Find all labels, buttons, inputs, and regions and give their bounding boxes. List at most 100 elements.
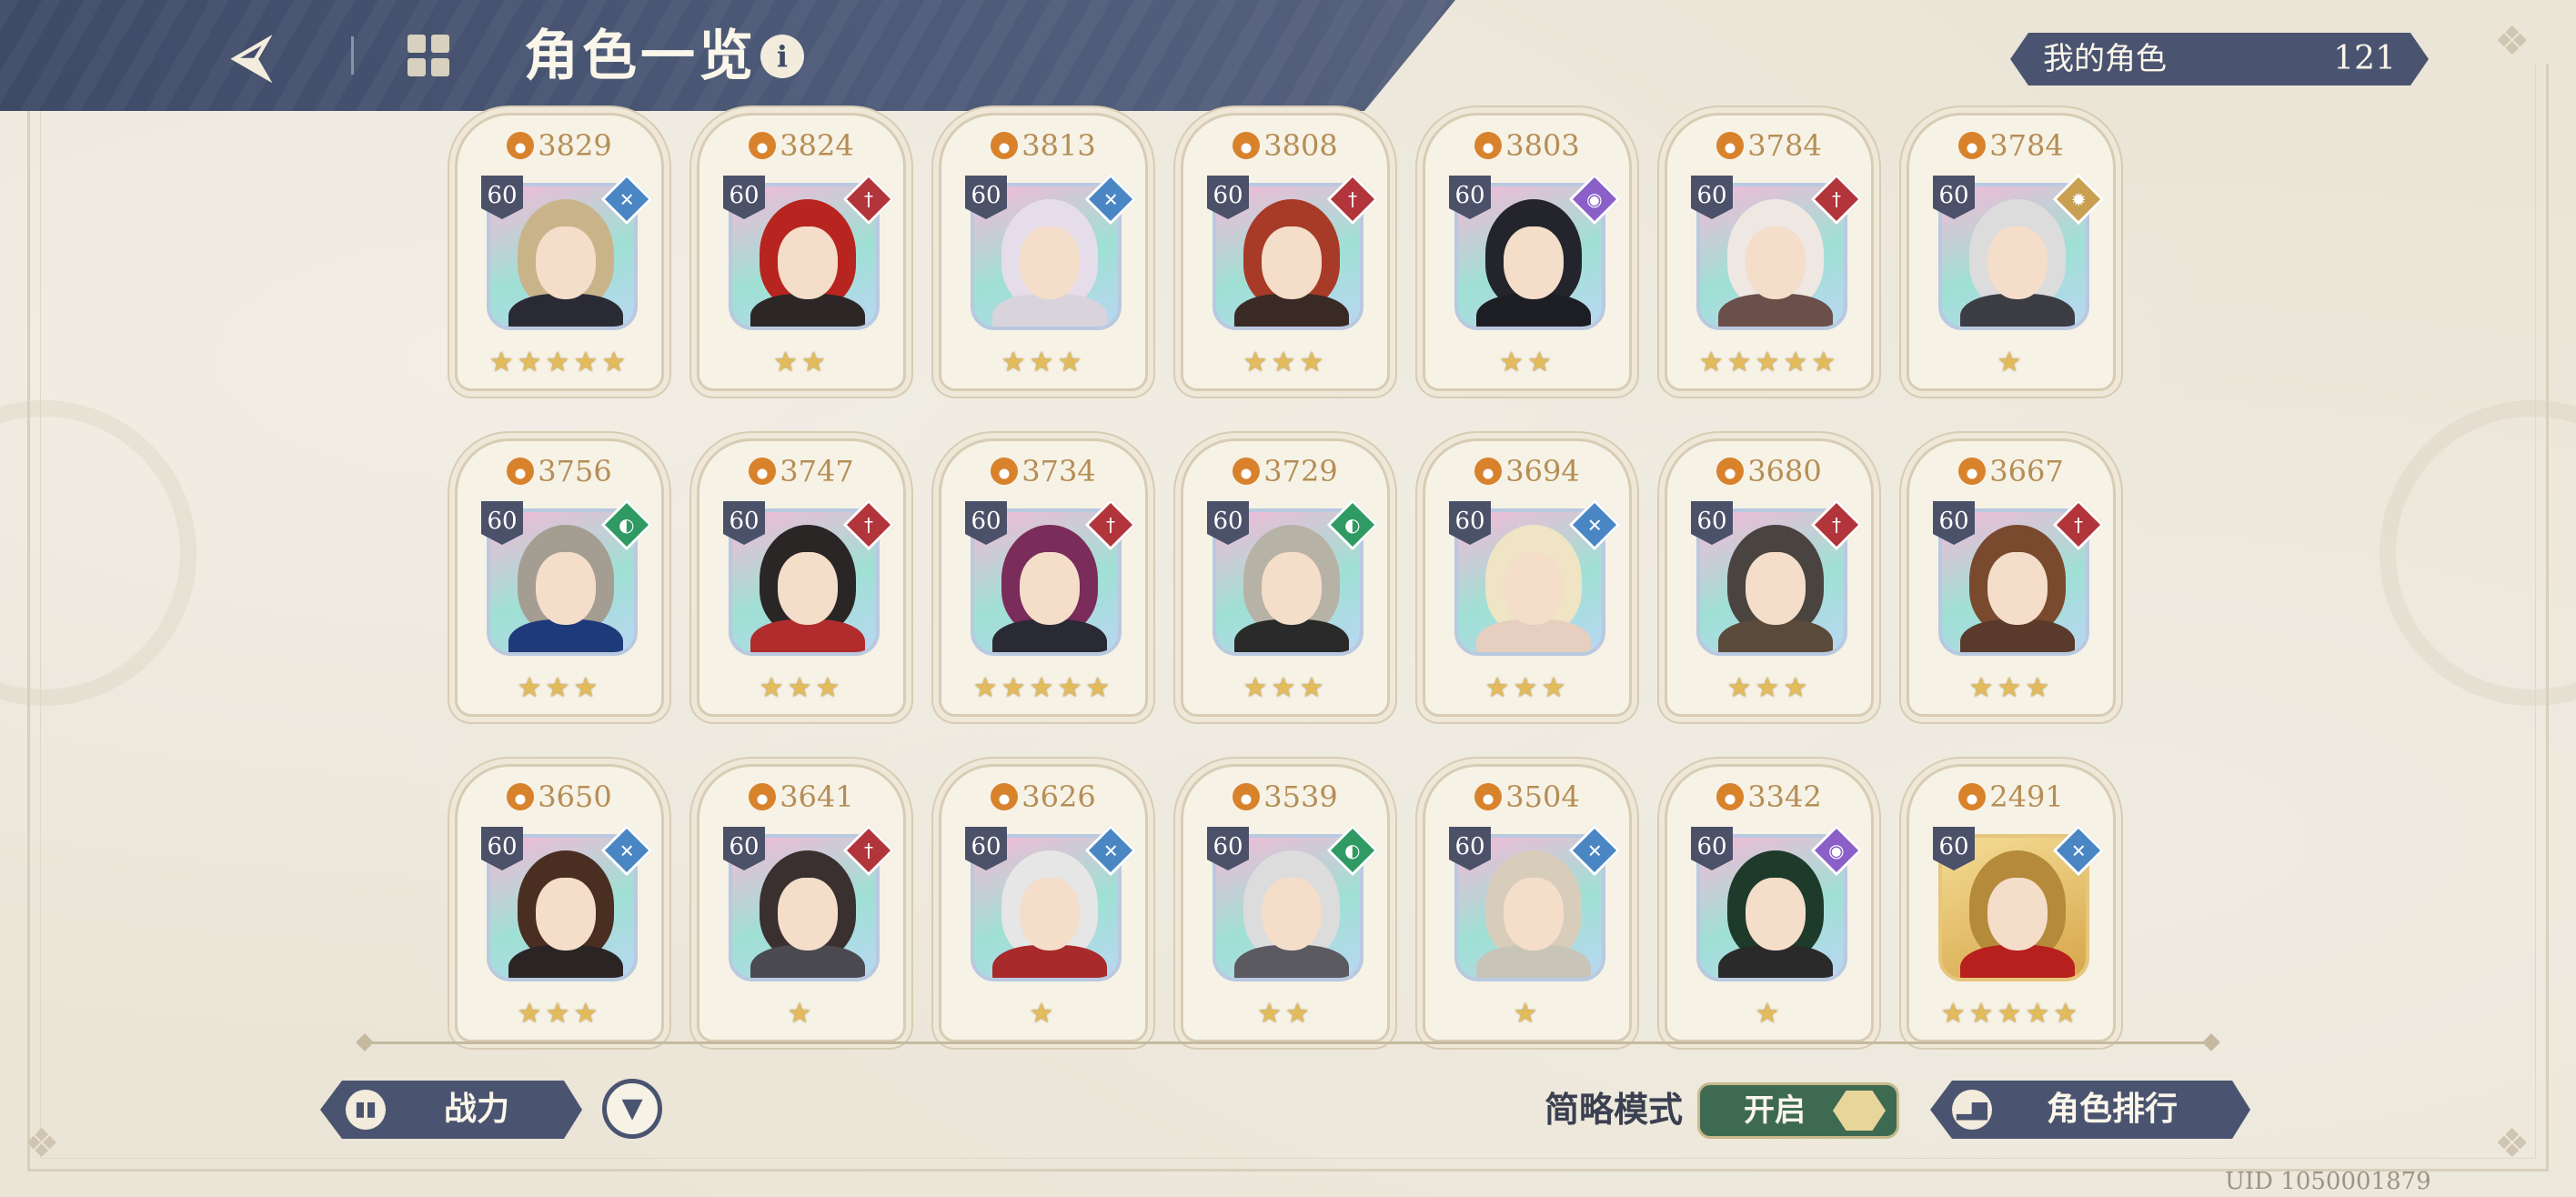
element-glyph: † — [864, 840, 873, 861]
character-card[interactable]: 3641 60 † ★ — [697, 764, 906, 1042]
character-card[interactable]: 3747 60 † ★★★ — [697, 438, 906, 717]
character-card[interactable]: 3784 60 ✹ ★ — [1907, 113, 2116, 391]
element-glyph: ✕ — [2070, 839, 2087, 861]
portrait-face — [1746, 878, 1806, 951]
star-icon: ★ — [815, 672, 844, 704]
star-icon: ★ — [1755, 347, 1784, 378]
character-card[interactable]: 3813 60 ✕ ★★★ — [939, 113, 1148, 391]
portrait-face — [536, 878, 596, 951]
combat-power-value: 3694 — [1505, 454, 1580, 488]
sort-by-power-button[interactable]: ▮▮ 战力 — [320, 1081, 582, 1139]
portrait-face — [1020, 878, 1080, 951]
star-icon: ★ — [517, 998, 546, 1030]
star-icon: ★ — [1057, 672, 1086, 704]
star-icon: ★ — [545, 672, 574, 704]
character-card[interactable]: 3729 60 ◐ ★★★ — [1181, 438, 1390, 717]
corner-ornament-icon: ❖ — [24, 1121, 60, 1167]
character-card[interactable]: 3650 60 ✕ ★★★ — [455, 764, 664, 1042]
combat-power-value: 3756 — [538, 454, 612, 488]
flame-icon — [507, 458, 535, 485]
combat-power: 3539 — [1183, 780, 1387, 814]
star-icon: ★ — [1997, 347, 2026, 378]
character-card[interactable]: 3694 60 ✕ ★★★ — [1423, 438, 1632, 717]
combat-power: 3680 — [1667, 454, 1871, 488]
roster-counter-label: 我的角色 — [2043, 41, 2167, 77]
roster-counter-value: 121 — [2333, 40, 2396, 77]
element-glyph: † — [1832, 514, 1841, 536]
character-card[interactable]: 3680 60 † ★★★ — [1665, 438, 1874, 717]
character-card[interactable]: 3756 60 ◐ ★★★ — [455, 438, 664, 717]
back-arrow-icon: ⮘ — [231, 24, 271, 87]
character-card[interactable]: 3803 60 ◉ ★★ — [1423, 113, 1632, 391]
character-ranking-button[interactable]: ▂▆ 角色排行 — [1930, 1081, 2250, 1139]
star-icon: ★ — [517, 672, 546, 704]
star-icon: ★ — [1541, 672, 1570, 704]
star-icon: ★ — [787, 998, 816, 1030]
portrait-face — [1020, 552, 1080, 625]
element-glyph: ✕ — [1102, 187, 1119, 210]
character-card[interactable]: 3829 60 ✕ ★★★★★ — [455, 113, 664, 391]
element-glyph: ✹ — [2070, 187, 2087, 210]
portrait-face — [1987, 878, 2048, 951]
star-icon: ★ — [1271, 347, 1300, 378]
character-card[interactable]: 3626 60 ✕ ★ — [939, 764, 1148, 1042]
combat-power: 3694 — [1425, 454, 1629, 488]
star-rating: ★★★★★ — [941, 672, 1145, 704]
grid-menu-icon — [408, 35, 426, 53]
combat-power-value: 3808 — [1263, 128, 1338, 163]
portrait-body — [1960, 294, 2075, 327]
character-card[interactable]: 3667 60 † ★★★ — [1907, 438, 2116, 717]
portrait-face — [778, 878, 838, 951]
star-icon: ★ — [1057, 347, 1086, 378]
star-icon: ★ — [787, 672, 816, 704]
star-icon: ★ — [1271, 672, 1300, 704]
portrait-face — [1262, 226, 1322, 299]
user-id: UID 1050001879 — [2225, 1168, 2431, 1195]
portrait-body — [508, 945, 623, 978]
character-card[interactable]: 3342 60 ◉ ★ — [1665, 764, 1874, 1042]
character-card[interactable]: 3808 60 † ★★★ — [1181, 113, 1390, 391]
character-card[interactable]: 3504 60 ✕ ★ — [1423, 764, 1632, 1042]
star-icon: ★ — [1499, 347, 1527, 378]
character-card[interactable]: 3734 60 † ★★★★★ — [939, 438, 1148, 717]
star-rating: ★★★★★ — [458, 347, 661, 378]
combat-power: 3342 — [1667, 780, 1871, 814]
bar-chart-icon: ▮▮ — [346, 1090, 386, 1130]
star-icon: ★ — [1968, 998, 1997, 1030]
sort-label: 战力 — [444, 1091, 510, 1128]
filter-button[interactable]: ▼ — [602, 1079, 662, 1139]
combat-power-value: 2491 — [1989, 780, 2064, 814]
star-rating: ★★★ — [1909, 672, 2113, 704]
portrait-body — [992, 294, 1107, 327]
portrait-body — [1718, 294, 1833, 327]
combat-power-value: 3803 — [1505, 128, 1580, 163]
star-icon: ★ — [759, 672, 788, 704]
character-card[interactable]: 3824 60 † ★★ — [697, 113, 906, 391]
portrait-body — [508, 619, 623, 652]
grid-menu-icon — [431, 58, 449, 76]
portrait-body — [508, 294, 623, 327]
star-icon: ★ — [1257, 998, 1285, 1030]
star-icon: ★ — [1243, 347, 1272, 378]
combat-power-value: 3824 — [780, 128, 854, 163]
portrait-body — [750, 945, 865, 978]
character-card[interactable]: 3784 60 † ★★★★★ — [1665, 113, 1874, 391]
combat-power-value: 3667 — [1989, 454, 2064, 488]
simple-mode-toggle[interactable]: 开启 — [1697, 1082, 1899, 1139]
element-glyph: ◐ — [1344, 513, 1361, 536]
flame-icon — [507, 783, 535, 810]
flame-icon — [749, 132, 777, 159]
back-button[interactable]: ⮘ — [215, 25, 287, 86]
element-glyph: ◉ — [1586, 187, 1603, 210]
star-icon: ★ — [1029, 998, 1058, 1030]
portrait-face — [1262, 552, 1322, 625]
flame-icon — [1474, 132, 1503, 159]
star-rating: ★★★ — [1183, 672, 1387, 704]
combat-power: 3829 — [458, 128, 661, 163]
info-button[interactable]: i — [760, 35, 804, 78]
menu-button[interactable] — [406, 33, 453, 80]
character-card[interactable]: 2491 60 ✕ ★★★★★ — [1907, 764, 2116, 1042]
portrait-body — [1960, 945, 2075, 978]
character-card[interactable]: 3539 60 ◐ ★★ — [1181, 764, 1390, 1042]
star-icon: ★ — [1029, 347, 1058, 378]
